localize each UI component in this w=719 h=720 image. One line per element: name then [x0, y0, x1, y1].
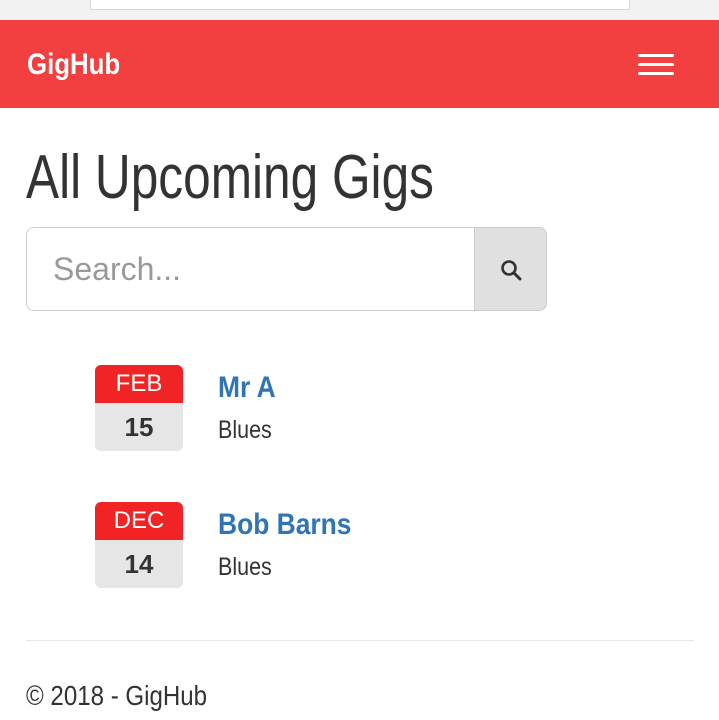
brand-link[interactable]: GigHub [27, 47, 120, 83]
search-icon [501, 260, 522, 281]
footer-divider [26, 640, 694, 641]
hamburger-bar [638, 54, 674, 57]
hamburger-bar [638, 63, 674, 66]
date-month: DEC [95, 502, 183, 540]
hamburger-bar [638, 72, 674, 75]
genre-label: Blues [218, 553, 272, 581]
page-title: All Upcoming Gigs [26, 143, 434, 212]
artist-link[interactable]: Mr A [218, 370, 276, 406]
date-month: FEB [95, 365, 183, 403]
artist-link[interactable]: Bob Barns [218, 507, 351, 543]
date-day: 14 [124, 549, 154, 579]
browser-top-strip [0, 0, 719, 20]
address-bar-edge [90, 0, 630, 10]
navbar: GigHub [0, 20, 719, 108]
footer-copyright: © 2018 - GigHub [26, 680, 208, 711]
search-group [26, 227, 547, 313]
date-day: 15 [124, 412, 154, 442]
gig-item: FEB 15 Mr A Blues [95, 365, 515, 453]
search-input[interactable] [26, 227, 474, 311]
date-badge: DEC 14 [95, 502, 183, 588]
date-badge: FEB 15 [95, 365, 183, 451]
hamburger-menu-icon[interactable] [630, 46, 682, 82]
search-button[interactable] [474, 227, 547, 311]
genre-label: Blues [218, 416, 272, 444]
gig-item: DEC 14 Bob Barns Blues [95, 502, 515, 590]
